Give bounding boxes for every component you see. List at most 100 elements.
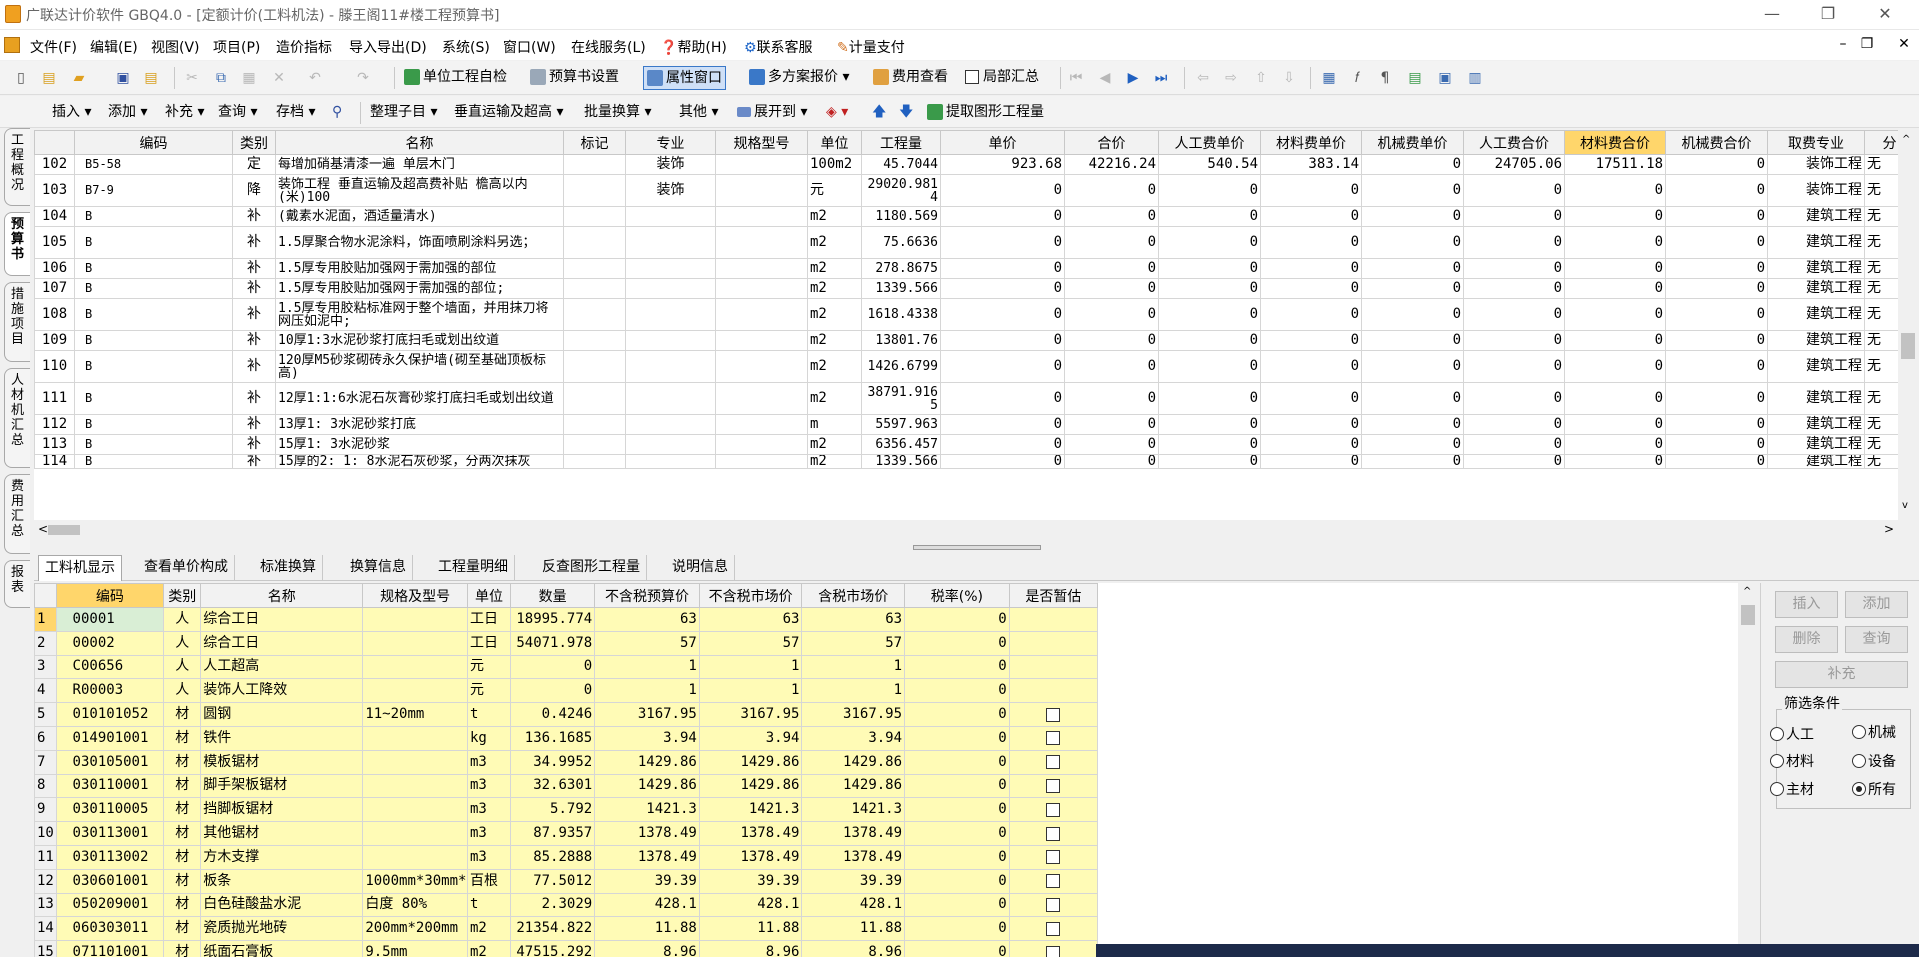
budget-cell[interactable]: 0: [1463, 454, 1565, 469]
budget-cell[interactable]: 0: [1260, 434, 1362, 455]
budget-cell[interactable]: 装饰工程: [1767, 174, 1865, 207]
detail-cell[interactable]: 0: [904, 630, 1010, 656]
save-icon[interactable]: ▣: [114, 69, 132, 87]
tab-reverse-graphic-quantity[interactable]: 反查图形工程量: [536, 555, 647, 581]
detail-cell[interactable]: 030110001: [55, 773, 165, 799]
detail-row[interactable]: 11 030113002 材方木支撑 m3 85.2888 1378.49 1378.49 1…: [34, 844, 1099, 870]
detail-cell[interactable]: 9: [34, 797, 57, 823]
budget-cell[interactable]: 装饰: [625, 174, 716, 207]
budget-col-header[interactable]: 人工费合价: [1463, 130, 1565, 155]
detail-cell[interactable]: 3.94: [698, 725, 803, 751]
tab-project-overview[interactable]: 工程概况: [4, 128, 30, 206]
detail-cell[interactable]: 1378.49: [801, 821, 906, 846]
detail-cell[interactable]: 材: [163, 940, 202, 957]
detail-cell[interactable]: 百根: [466, 868, 512, 894]
detail-cell[interactable]: 2: [34, 630, 57, 656]
budget-cell[interactable]: m2: [807, 434, 862, 455]
budget-cell[interactable]: 0: [1158, 414, 1261, 435]
detail-cell[interactable]: C00656: [55, 654, 165, 680]
detail-cell[interactable]: 1378.49: [698, 844, 803, 870]
detail-cell[interactable]: 11.88: [594, 916, 700, 942]
detail-cell[interactable]: [1008, 725, 1099, 751]
detail-cell[interactable]: 1: [594, 678, 700, 704]
tidy-dropdown[interactable]: 整理子目 ▾: [370, 101, 437, 125]
menu-window[interactable]: 窗口(W): [503, 37, 556, 57]
detail-row[interactable]: 13 050209001 材白色硅酸盐水泥 白度 80% t 2.3029 428.1 428…: [34, 892, 1099, 918]
detail-cell[interactable]: [362, 678, 468, 704]
detail-cell[interactable]: 1: [801, 678, 906, 704]
detail-col-header[interactable]: 含税市场价: [801, 583, 906, 608]
budget-cell[interactable]: 104: [34, 206, 75, 227]
detail-cell[interactable]: 脚手架板锯材: [200, 773, 364, 799]
detail-cell[interactable]: 1429.86: [801, 773, 906, 799]
budget-cell[interactable]: 0: [1158, 382, 1261, 415]
detail-cell[interactable]: 材: [163, 821, 202, 846]
budget-col-header[interactable]: 合价: [1064, 130, 1159, 155]
detail-row[interactable]: 8 030110001 材脚手架板锯材 m3 32.6301 1429.86 1429.86…: [34, 773, 1099, 799]
multi-plan-quote-button[interactable]: 多方案报价 ▾: [749, 66, 849, 90]
detail-cell[interactable]: [1008, 844, 1099, 870]
budget-cell[interactable]: 0: [1463, 258, 1565, 279]
budget-cell[interactable]: 1426.6799: [861, 350, 941, 383]
extract-graphic-quantity-button[interactable]: 提取图形工程量: [927, 101, 1044, 125]
budget-cell[interactable]: 0: [1463, 434, 1565, 455]
budget-cell[interactable]: B: [74, 330, 233, 351]
detail-cell[interactable]: 54071.978: [510, 630, 596, 656]
detail-cell[interactable]: [1008, 916, 1099, 942]
save-all-icon[interactable]: ▤: [142, 69, 160, 87]
detail-cell[interactable]: 071101001: [55, 940, 165, 957]
budget-col-header[interactable]: 机械费单价: [1361, 130, 1464, 155]
budget-cell[interactable]: 建筑工程: [1767, 330, 1865, 351]
detail-col-header[interactable]: 类别: [163, 583, 202, 608]
budget-col-header[interactable]: 规格型号: [715, 130, 808, 155]
detail-cell[interactable]: 8.96: [698, 940, 803, 957]
copy-icon[interactable]: ⧉: [212, 69, 230, 87]
budget-cell[interactable]: 建筑工程: [1767, 206, 1865, 227]
detail-cell[interactable]: 材: [163, 868, 202, 894]
detail-cell[interactable]: 57: [801, 630, 906, 656]
budget-row[interactable]: 103 B7-9 降装饰工程 垂直运输及超高费补贴 檐高以内(米)100 装饰 元 290…: [34, 174, 1915, 207]
budget-cell[interactable]: 0: [940, 298, 1065, 331]
menu-cost-index[interactable]: 造价指标: [276, 37, 332, 57]
detail-cell[interactable]: [1008, 868, 1099, 894]
budget-cell[interactable]: 0: [1260, 206, 1362, 227]
budget-cell[interactable]: 补: [232, 382, 276, 415]
budget-cell[interactable]: 0: [940, 330, 1065, 351]
detail-cell[interactable]: 圆钢: [200, 702, 364, 727]
budget-col-header[interactable]: 材料费合价: [1564, 130, 1666, 155]
detail-col-header[interactable]: 数量: [510, 583, 596, 608]
budget-cell[interactable]: B: [74, 226, 233, 259]
budget-cell[interactable]: 0: [1158, 330, 1261, 351]
detail-cell[interactable]: 0: [904, 892, 1010, 918]
budget-cell[interactable]: 0: [1260, 382, 1362, 415]
detail-cell[interactable]: 5.792: [510, 797, 596, 823]
detail-cell[interactable]: 63: [594, 607, 700, 632]
partial-summary-button[interactable]: 局部汇总: [965, 66, 1039, 90]
detail-cell[interactable]: 3.94: [801, 725, 906, 751]
detail-cell[interactable]: 综合工日: [200, 607, 364, 632]
budget-cell[interactable]: 0: [1260, 414, 1362, 435]
budget-cell[interactable]: [715, 278, 808, 299]
formula-icon[interactable]: 𝑓: [1348, 69, 1366, 87]
detail-cell[interactable]: 8.96: [594, 940, 700, 957]
budget-cell[interactable]: 0: [1564, 278, 1666, 299]
detail-cell[interactable]: 0.4246: [510, 702, 596, 727]
budget-cell[interactable]: 0: [1564, 382, 1666, 415]
filter-machine-radio[interactable]: 机械: [1852, 722, 1896, 742]
menu-online[interactable]: 在线服务(L): [571, 37, 646, 57]
budget-cell[interactable]: 0: [1463, 330, 1565, 351]
budget-col-header[interactable]: 标记: [563, 130, 626, 155]
detail-cell[interactable]: 8: [34, 773, 57, 799]
detail-row[interactable]: 3 C00656 人人工超高元 0 1 1 1 0: [34, 654, 1099, 680]
budget-cell[interactable]: [563, 174, 626, 207]
detail-cell[interactable]: 1429.86: [594, 773, 700, 799]
detail-cell[interactable]: 0: [904, 702, 1010, 727]
tab-measures[interactable]: 措施项目: [4, 282, 30, 362]
budget-cell[interactable]: 0: [1665, 226, 1768, 259]
budget-cell[interactable]: 0: [1064, 278, 1159, 299]
budget-cell[interactable]: 0: [1463, 226, 1565, 259]
budget-cell[interactable]: 0: [1463, 298, 1565, 331]
budget-cell[interactable]: [715, 298, 808, 331]
detail-cell[interactable]: 18995.774: [510, 607, 596, 632]
provisional-checkbox[interactable]: [1046, 945, 1061, 957]
